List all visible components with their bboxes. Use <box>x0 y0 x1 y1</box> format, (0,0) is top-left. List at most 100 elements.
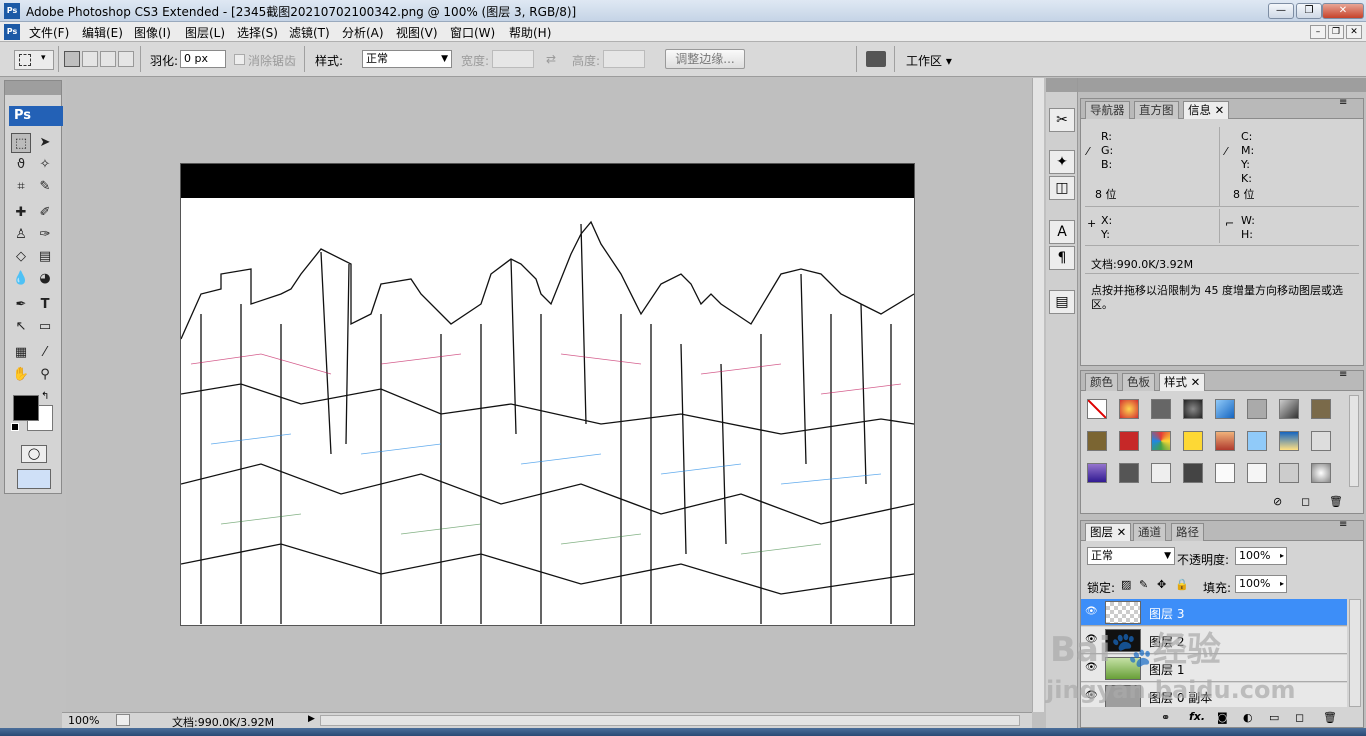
doc-close-button[interactable]: ✕ <box>1346 25 1362 39</box>
menu-layer[interactable]: 图层(L) <box>185 24 225 41</box>
style-swatch[interactable] <box>1151 399 1171 419</box>
style-swatch[interactable] <box>1247 399 1267 419</box>
screen-mode-icon[interactable] <box>17 469 51 489</box>
height-input[interactable] <box>603 50 645 68</box>
layer-comps-icon[interactable]: ▤ <box>1049 290 1075 314</box>
blend-mode-select[interactable]: 正常 ▼ <box>1087 547 1175 565</box>
notes-tool-icon[interactable]: ▦ <box>11 343 31 363</box>
tab-histogram[interactable]: 直方图 <box>1134 101 1179 119</box>
foreground-color-swatch[interactable] <box>13 395 39 421</box>
style-swatch[interactable] <box>1087 463 1107 483</box>
opacity-input[interactable]: 100% ▸ <box>1235 547 1287 565</box>
subtract-selection-icon[interactable] <box>100 51 116 67</box>
fill-input[interactable]: 100% ▸ <box>1235 575 1287 593</box>
tab-color[interactable]: 颜色 <box>1085 373 1118 391</box>
stamp-tool-icon[interactable]: ♙ <box>11 225 31 245</box>
maximize-button[interactable]: ❐ <box>1296 3 1322 19</box>
brush-tool-icon[interactable]: ✐ <box>35 203 55 223</box>
delete-style-icon[interactable]: ⊘ <box>1273 495 1282 508</box>
style-swatch[interactable] <box>1279 431 1299 451</box>
menu-file[interactable]: 文件(F) <box>29 24 69 41</box>
document-canvas[interactable] <box>180 163 915 626</box>
type-tool-icon[interactable]: T <box>35 295 55 315</box>
play-icon[interactable]: ▶ <box>308 714 315 724</box>
panel-menu-icon[interactable]: ≡ <box>1339 369 1347 380</box>
style-swatch[interactable] <box>1215 399 1235 419</box>
zoom-tool-icon[interactable]: ⚲ <box>35 365 55 385</box>
tab-layers[interactable]: 图层 ✕ <box>1085 523 1132 541</box>
tool-preset-picker[interactable]: ▾ <box>14 50 54 70</box>
hand-tool-icon[interactable]: ✋ <box>11 365 31 385</box>
style-swatch[interactable] <box>1215 463 1235 483</box>
style-swatch[interactable] <box>1183 431 1203 451</box>
clone-source-icon[interactable]: ◫ <box>1049 176 1075 200</box>
style-swatch[interactable] <box>1119 463 1139 483</box>
zoom-level[interactable]: 100% <box>68 714 99 727</box>
blur-tool-icon[interactable]: 💧 <box>11 269 31 289</box>
tab-paths[interactable]: 路径 <box>1171 523 1204 541</box>
bridge-icon[interactable] <box>866 51 886 67</box>
lock-brush-icon[interactable]: ✎ <box>1139 578 1148 591</box>
minimize-button[interactable]: — <box>1268 3 1294 19</box>
style-swatch[interactable] <box>1247 431 1267 451</box>
default-colors-icon[interactable] <box>11 423 19 431</box>
lock-transparency-icon[interactable]: ▨ <box>1121 578 1131 591</box>
horizontal-scrollbar[interactable] <box>320 715 1020 726</box>
style-swatch[interactable] <box>1279 399 1299 419</box>
slice-tool-icon[interactable]: ✎ <box>35 177 55 197</box>
menu-help[interactable]: 帮助(H) <box>509 24 551 41</box>
trash-icon[interactable]: 🗑 <box>1329 495 1343 508</box>
menu-select[interactable]: 选择(S) <box>237 24 278 41</box>
style-swatch[interactable] <box>1183 399 1203 419</box>
tools-preset-icon[interactable]: ✂ <box>1049 108 1075 132</box>
menu-edit[interactable]: 编辑(E) <box>82 24 123 41</box>
close-button[interactable]: ✕ <box>1322 3 1364 19</box>
tab-swatches[interactable]: 色板 <box>1122 373 1155 391</box>
workspace-button[interactable]: 工作区 ▾ <box>906 52 952 69</box>
style-swatch[interactable] <box>1311 463 1331 483</box>
feather-input[interactable]: 0 px <box>180 50 226 68</box>
marquee-tool-icon[interactable]: ⬚ <box>11 133 31 153</box>
style-swatch[interactable] <box>1119 399 1139 419</box>
style-swatch[interactable] <box>1311 431 1331 451</box>
tab-info[interactable]: 信息 ✕ <box>1183 101 1230 119</box>
new-selection-icon[interactable] <box>64 51 80 67</box>
style-swatch[interactable] <box>1311 399 1331 419</box>
brushes-icon[interactable]: ✦ <box>1049 150 1075 174</box>
quick-mask-icon[interactable]: ◯ <box>21 445 47 463</box>
toolbox-header[interactable] <box>5 81 61 95</box>
intersect-selection-icon[interactable] <box>118 51 134 67</box>
character-icon[interactable]: A <box>1049 220 1075 244</box>
add-selection-icon[interactable] <box>82 51 98 67</box>
link-layers-icon[interactable]: ⚭ <box>1161 711 1170 724</box>
menu-window[interactable]: 窗口(W) <box>450 24 495 41</box>
refine-edge-button[interactable]: 调整边缘... <box>665 49 745 69</box>
tab-styles[interactable]: 样式 ✕ <box>1159 373 1206 391</box>
style-swatch[interactable] <box>1247 463 1267 483</box>
tab-channels[interactable]: 通道 <box>1133 523 1166 541</box>
shape-tool-icon[interactable]: ▭ <box>35 317 55 337</box>
layer-name[interactable]: 图层 3 <box>1149 605 1184 622</box>
windows-taskbar[interactable] <box>0 728 1366 736</box>
dock-header[interactable] <box>1046 78 1077 92</box>
style-swatch[interactable] <box>1279 463 1299 483</box>
history-brush-icon[interactable]: ✑ <box>35 225 55 245</box>
doc-icon[interactable]: Ps <box>4 24 20 40</box>
swap-colors-icon[interactable]: ↰ <box>41 391 49 402</box>
style-swatch[interactable] <box>1183 463 1203 483</box>
layer-mask-icon[interactable]: ◙ <box>1217 711 1228 724</box>
status-menu-icon[interactable] <box>116 714 130 726</box>
lock-move-icon[interactable]: ✥ <box>1157 578 1166 591</box>
style-swatch[interactable] <box>1119 431 1139 451</box>
healing-tool-icon[interactable]: ✚ <box>11 203 31 223</box>
paragraph-icon[interactable]: ¶ <box>1049 246 1075 270</box>
visibility-eye-icon[interactable]: 👁 <box>1085 606 1098 617</box>
swap-icon[interactable]: ⇄ <box>546 52 556 66</box>
magic-wand-tool-icon[interactable]: ✧ <box>35 155 55 175</box>
panel-menu-icon[interactable]: ≡ <box>1339 519 1347 530</box>
style-select[interactable]: 正常 ▼ <box>362 50 452 68</box>
gradient-tool-icon[interactable]: ▤ <box>35 247 55 267</box>
style-swatch[interactable] <box>1215 431 1235 451</box>
panels-header[interactable] <box>1078 78 1366 92</box>
pen-tool-icon[interactable]: ✒ <box>11 295 31 315</box>
